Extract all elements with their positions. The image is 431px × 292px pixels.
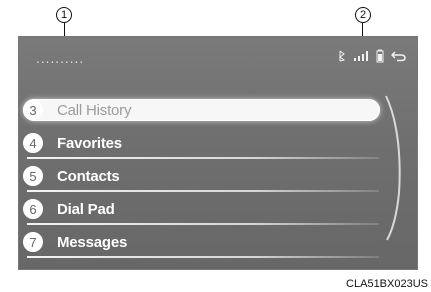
signal-icon xyxy=(353,50,369,62)
menu-item-label: Messages xyxy=(57,234,128,251)
menu-item-call-history[interactable]: 3 Call History xyxy=(19,95,417,128)
page: 1 2 .......... 3 Call History 4 Favorite… xyxy=(0,0,431,292)
menu-item-label: Dial Pad xyxy=(57,201,115,218)
callout-1: 1 xyxy=(56,7,72,23)
menu-item-label: Call History xyxy=(57,102,132,119)
menu-item-contacts[interactable]: 5 Contacts xyxy=(19,161,417,194)
callout-2: 2 xyxy=(355,7,371,23)
back-arrow-icon[interactable] xyxy=(391,50,407,62)
status-area xyxy=(338,47,407,65)
phone-menu-list: 3 Call History 4 Favorites 5 Contacts 6 … xyxy=(19,95,417,260)
menu-item-number: 7 xyxy=(23,232,43,252)
bluetooth-icon xyxy=(338,50,346,62)
scroll-indicator[interactable] xyxy=(381,93,405,243)
menu-item-label: Favorites xyxy=(57,135,122,152)
top-bar: .......... xyxy=(19,37,417,75)
battery-icon xyxy=(376,49,384,63)
menu-item-number: 5 xyxy=(23,166,43,186)
menu-item-favorites[interactable]: 4 Favorites xyxy=(19,128,417,161)
menu-item-number: 4 xyxy=(23,133,43,153)
phone-screen: .......... 3 Call History 4 Favorites 5 … xyxy=(18,36,418,270)
menu-item-label: Contacts xyxy=(57,168,120,185)
menu-item-messages[interactable]: 7 Messages xyxy=(19,227,417,260)
menu-item-number: 6 xyxy=(23,199,43,219)
menu-item-number: 3 xyxy=(23,100,43,120)
figure-caption: CLA51BX023US xyxy=(346,278,428,290)
title-placeholder: .......... xyxy=(36,52,85,66)
menu-item-dial-pad[interactable]: 6 Dial Pad xyxy=(19,194,417,227)
